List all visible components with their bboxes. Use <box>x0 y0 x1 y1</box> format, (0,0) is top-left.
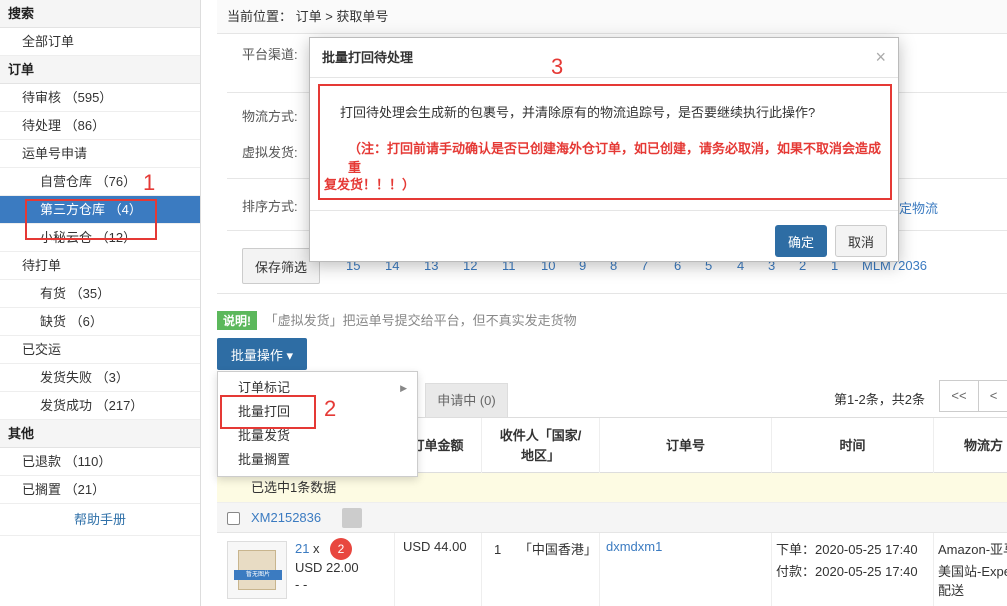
pager-first-button[interactable]: << <box>939 380 979 412</box>
sidebar-item-ship-success[interactable]: 发货成功 （217） <box>0 392 200 420</box>
note-text: 「虚拟发货」把运单号提交给平台，但不真实发走货物 <box>264 313 577 328</box>
virtual-ship-label: 虚拟发货: <box>242 145 298 160</box>
sort-label: 排序方式: <box>242 199 298 214</box>
logistics-label: 物流方式: <box>242 109 298 124</box>
sidebar-item-in-stock[interactable]: 有货 （35） <box>0 280 200 308</box>
dialog-warning: （注：打回前请手动确认是否已创建海外仓订单，如已创建，请务必取消，如果不取消会造… <box>348 141 882 175</box>
tab-applying[interactable]: 申请中 (0) <box>425 383 508 417</box>
dialog-message: 打回待处理会生成新的包裹号，并清除原有的物流追踪号，是否要继续执行此操作? <box>340 105 816 120</box>
col-time: 时间 <box>771 418 933 474</box>
sidebar-item-waybill-apply[interactable]: 运单号申请 <box>0 140 200 168</box>
sidebar-item-refunded[interactable]: 已退款 （110） <box>0 448 200 476</box>
time-cell: 下单：2020-05-25 17:40 付款：2020-05-25 17:40 <box>771 533 933 606</box>
order-id-cell: dxmdxm1 <box>599 533 771 606</box>
menu-item-label: 订单标记 <box>238 380 291 395</box>
recipient-region: 「中国香港」 <box>518 542 597 557</box>
sidebar-item-shelved[interactable]: 已搁置 （21） <box>0 476 200 504</box>
note-line: 说明! 「虚拟发货」把运单号提交给平台，但不真实发走货物 <box>217 310 577 330</box>
annotation-number-3: 3 <box>551 54 564 79</box>
sidebar-help-link[interactable]: 帮助手册 <box>0 504 200 536</box>
annotation-number-2: 2 <box>324 396 337 421</box>
sidebar-item-own-warehouse[interactable]: 自营仓库 （76） <box>0 168 200 196</box>
selected-notice: 已选中1条数据 <box>217 473 1007 503</box>
cancel-button[interactable]: 取消 <box>835 225 887 257</box>
sidebar-section-other: 其他 <box>0 420 200 448</box>
order-number-link[interactable]: XM2152836 <box>251 510 321 525</box>
sidebar-item-pending-review[interactable]: 待审核 （595） <box>0 84 200 112</box>
breadcrumb: 当前位置： 订单 > 获取单号 <box>217 0 1007 34</box>
dialog-footer: 确定 取消 <box>310 210 898 262</box>
dialog-title: 批量打回待处理 <box>310 38 898 78</box>
group-checkbox[interactable] <box>227 512 240 525</box>
pager-summary: 第1-2条，共2条 <box>834 392 926 407</box>
note-badge: 说明! <box>217 311 257 330</box>
chevron-right-icon: ▶ <box>400 383 407 393</box>
sidebar-item-to-process[interactable]: 待处理 （86） <box>0 112 200 140</box>
annotation-number-1: 1 <box>143 170 156 195</box>
pay-time: 付款：2020-05-25 17:40 <box>776 564 918 579</box>
product-dash: - - <box>295 577 308 592</box>
batch-operation-button[interactable]: 批量操作 ▾ <box>217 338 307 370</box>
recipient-count: 1 <box>494 542 502 557</box>
amount-cell: USD 44.00 <box>394 533 481 606</box>
qty-times: x <box>313 541 320 556</box>
dialog-warning-cont: 复发货！！！） <box>324 177 416 192</box>
sidebar-item-out-of-stock[interactable]: 缺货 （6） <box>0 308 200 336</box>
pager-prev-button[interactable]: < <box>978 380 1007 412</box>
product-image: 暂无图片 <box>227 541 287 599</box>
order-time: 下单：2020-05-25 17:40 <box>776 542 918 557</box>
logistics-line: 配送 <box>938 583 965 598</box>
col-logistics: 物流方 <box>933 418 1007 474</box>
recipient-cell: 1 「中国香港」 <box>481 533 599 606</box>
annotation-box-2 <box>220 395 316 429</box>
sidebar-item-shipped[interactable]: 已交运 <box>0 336 200 364</box>
sidebar-item-ship-failed[interactable]: 发货失败 （3） <box>0 364 200 392</box>
dialog-message-box: 打回待处理会生成新的包裹号，并清除原有的物流追踪号，是否要继续执行此操作? （注… <box>318 84 892 200</box>
order-amount: USD 44.00 <box>403 539 467 554</box>
sidebar-section-search: 搜索 <box>0 0 200 28</box>
menu-item-batch-shelve[interactable]: 批量搁置 <box>218 448 417 472</box>
close-icon[interactable]: × <box>875 48 886 66</box>
tag-icon[interactable] <box>342 508 362 528</box>
sidebar-item-to-print[interactable]: 待打单 <box>0 252 200 280</box>
product-image-label: 暂无图片 <box>234 570 282 580</box>
step-badge: 2 <box>330 538 352 560</box>
sidebar-item-all-orders[interactable]: 全部订单 <box>0 28 200 56</box>
sidebar-section-orders: 订单 <box>0 56 200 84</box>
unit-price: USD 22.00 <box>295 560 359 575</box>
logistics-line: 美国站-Expe <box>938 564 1007 579</box>
order-group-row: XM2152836 <box>217 503 1007 533</box>
batch-reprint-dialog: 批量打回待处理 × 打回待处理会生成新的包裹号，并清除原有的物流追踪号，是否要继… <box>309 37 899 262</box>
logistics-line: Amazon-亚马 <box>938 542 1007 557</box>
platform-label: 平台渠道: <box>242 47 298 62</box>
sort-link[interactable]: 定物流 <box>899 198 938 217</box>
confirm-button[interactable]: 确定 <box>775 225 827 257</box>
product-qty-link[interactable]: 21 <box>295 541 309 556</box>
logistics-cell: Amazon-亚马 美国站-Expe 配送 <box>933 533 1007 606</box>
sidebar: 搜索 全部订单 订单 待审核 （595） 待处理 （86） 运单号申请 自营仓库… <box>0 0 201 606</box>
annotation-box-1 <box>25 199 157 240</box>
col-recipient: 收件人「国家/地区」 <box>481 418 599 474</box>
order-id-link[interactable]: dxmdxm1 <box>606 539 662 554</box>
col-order-no: 订单号 <box>599 418 771 474</box>
